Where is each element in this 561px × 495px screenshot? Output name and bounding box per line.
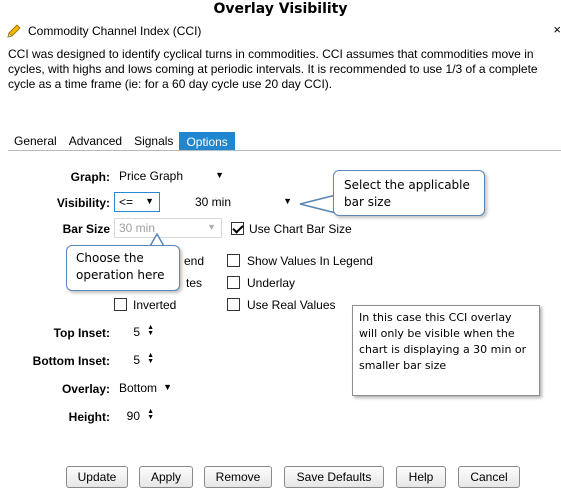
graph-label: Graph: (70, 170, 110, 184)
visibility-value-select[interactable]: 30 min ▼ (190, 192, 298, 212)
visibility-operator-value: <= (119, 195, 134, 209)
overlay-value: Bottom (119, 381, 158, 395)
tab-divider (8, 150, 561, 151)
dates-label: tes (186, 276, 203, 290)
apply-button[interactable]: Apply (139, 466, 193, 488)
tab-options[interactable]: Options (179, 132, 235, 150)
inverted-checkbox[interactable] (114, 298, 127, 311)
chevron-down-icon: ▼ (283, 196, 292, 206)
use-real-values-label: Use Real Values (247, 298, 336, 312)
save-defaults-button[interactable]: Save Defaults (284, 466, 384, 488)
use-real-values-checkbox[interactable] (227, 298, 240, 311)
window-title: Commodity Channel Index (CCI) (28, 24, 202, 38)
use-chart-bar-size-label: Use Chart Bar Size (249, 222, 352, 236)
top-inset-label: Top Inset: (53, 326, 110, 340)
tab-general[interactable]: General (8, 132, 63, 150)
page-title: Overlay Visibility (213, 1, 348, 17)
overlay-label: Overlay: (61, 382, 110, 396)
show-in-legend-label: end (184, 254, 205, 268)
bottom-inset-value: 5 (133, 353, 140, 367)
spin-arrows-icon[interactable]: ▲ ▼ (147, 324, 154, 337)
inverted-label: Inverted (133, 298, 177, 312)
chevron-down-icon: ▼ (145, 196, 154, 206)
top-inset-value: 5 (133, 325, 140, 339)
spin-arrows-icon[interactable]: ▲ ▼ (147, 352, 154, 365)
window-titlebar: Commodity Channel Index (CCI) × (6, 20, 561, 42)
underlay-label: Underlay (247, 276, 296, 290)
height-value: 90 (126, 409, 140, 423)
callout-pointer (299, 194, 337, 214)
update-button[interactable]: Update (66, 466, 128, 488)
chevron-down-icon: ▼ (163, 382, 172, 392)
indicator-description: CCI was designed to identify cyclical tu… (8, 47, 538, 91)
top-inset-stepper[interactable]: 5 ▲ ▼ (116, 322, 158, 342)
remove-button[interactable]: Remove (204, 466, 272, 488)
spin-arrows-icon[interactable]: ▲ ▼ (147, 408, 154, 421)
overlay-select[interactable]: Bottom ▼ (114, 378, 178, 398)
info-note: In this case this CCI overlay will only … (352, 305, 540, 396)
bottom-inset-stepper[interactable]: 5 ▲ ▼ (116, 350, 158, 370)
height-stepper[interactable]: 90 ▲ ▼ (116, 406, 158, 426)
visibility-label: Visibility: (56, 196, 110, 210)
chevron-down-icon: ▼ (207, 222, 216, 232)
bar-size-label: Bar Size (62, 222, 110, 236)
callout-bar-size: Select the applicable bar size (333, 170, 485, 216)
underlay-checkbox[interactable] (227, 276, 240, 289)
graph-select-value: Price Graph (119, 169, 184, 183)
show-values-in-legend-label: Show Values In Legend (247, 254, 373, 268)
callout-operation: Choose the operation here (66, 245, 180, 291)
show-values-in-legend-checkbox[interactable] (227, 254, 240, 267)
graph-select[interactable]: Price Graph ▼ (114, 166, 230, 186)
tab-signals[interactable]: Signals (128, 132, 179, 150)
bottom-inset-label: Bottom Inset: (32, 354, 110, 368)
tab-bar: General Advanced Signals Options (8, 131, 235, 150)
close-icon[interactable]: × (553, 22, 561, 37)
height-label: Height: (68, 410, 110, 424)
pencil-icon (7, 24, 21, 38)
visibility-value: 30 min (195, 195, 232, 209)
chevron-down-icon: ▼ (215, 170, 224, 180)
tab-advanced[interactable]: Advanced (63, 132, 128, 150)
visibility-operator-select[interactable]: <= ▼ (114, 192, 160, 212)
use-chart-bar-size-checkbox[interactable] (231, 222, 244, 235)
help-button[interactable]: Help (396, 466, 446, 488)
cancel-button[interactable]: Cancel (458, 466, 520, 488)
